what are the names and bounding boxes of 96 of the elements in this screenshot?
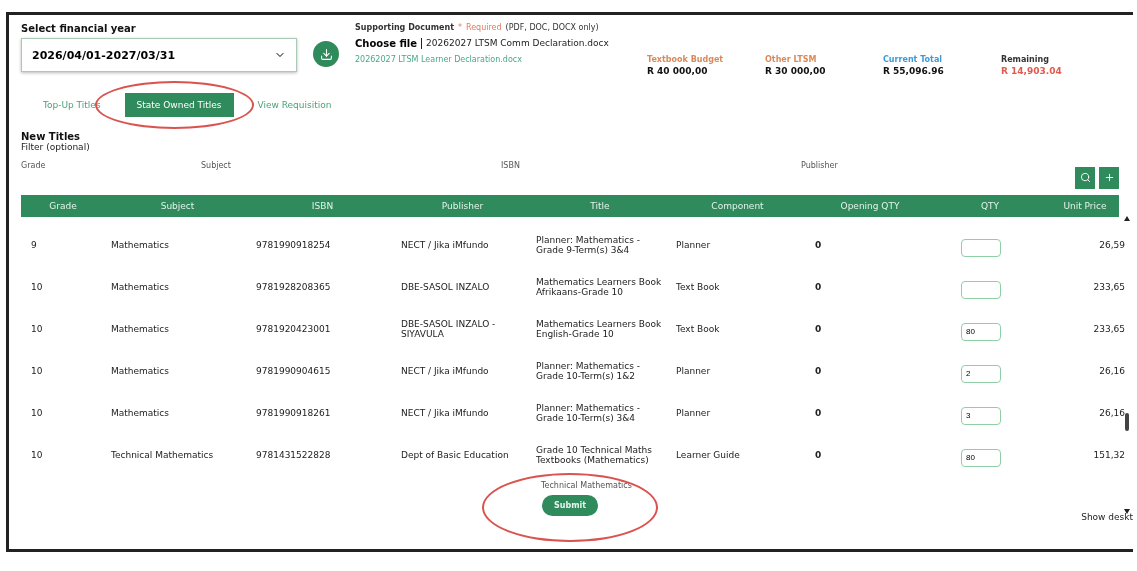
table-cell-text: 9781928208365: [255, 282, 332, 293]
summary-value: R 14,903.04: [1001, 67, 1063, 77]
filter-label: Publisher: [801, 160, 839, 170]
filter-label: ISBN: [501, 160, 521, 170]
summary-label: Other LTSM: [765, 55, 818, 64]
show-desktop-link[interactable]: Show deskt: [1081, 511, 1133, 522]
file-name: 20262027 LTSM Comm Declaration.docx: [426, 38, 609, 49]
table-cell-text: 26,59: [1098, 240, 1125, 251]
summary-label: Textbook Budget: [647, 55, 725, 64]
column-header: Component: [710, 200, 765, 211]
required-text: Required: [466, 23, 502, 32]
column-header: Opening QTY: [839, 200, 901, 211]
download-button[interactable]: [313, 41, 339, 67]
table-cell: Technical Mathematics: [541, 480, 632, 490]
table-cell-text: Planner: [675, 366, 712, 377]
table-cell-text: 9781920423001: [255, 324, 332, 335]
summary-value: R 40 000,00: [647, 67, 709, 77]
table-cell-text: 0: [814, 450, 823, 461]
table-cell-text: 26,16: [1098, 366, 1125, 377]
qty-input[interactable]: [961, 238, 1001, 257]
table-cell-text: Planner: Mathematics - Grade 10-Term(s) 1&2: [535, 361, 641, 382]
table-cell-text: Mathematics: [110, 324, 170, 335]
plus-icon: [1103, 172, 1115, 184]
table-cell-text: 10: [30, 324, 44, 335]
table-cell-text: Planner: [675, 408, 712, 419]
table-cell-text: 151,32: [1092, 450, 1125, 461]
table-cell-text: 9781990904615: [255, 366, 332, 377]
format-hint: (PDF, DOC, DOCX only): [505, 23, 599, 32]
qty-input[interactable]: 2: [961, 364, 1001, 383]
filter-label: Grade: [21, 160, 47, 170]
filter-label: Subject: [201, 160, 232, 170]
table-cell-text: 9781431522828: [255, 450, 332, 461]
table-cell-text: Mathematics: [110, 366, 170, 377]
table-cell-text: Mathematics Learners Book Afrikaans-Grade 10: [535, 277, 663, 298]
summary-label: Current Total: [883, 55, 944, 64]
year-select[interactable]: 2026/04/01-2027/03/31: [21, 38, 297, 72]
qty-input[interactable]: 80: [961, 322, 1001, 341]
table-cell-text: Mathematics Learners Book English-Grade 10: [535, 319, 663, 340]
table-cell-text: 0: [814, 366, 823, 377]
table-cell-text: Mathematics: [110, 240, 170, 251]
column-header: ISBN: [310, 200, 335, 211]
submit-button[interactable]: Submit: [541, 494, 599, 516]
table-cell-text: Text Book: [675, 282, 721, 293]
table-cell-text: 0: [814, 408, 823, 419]
column-header: Publisher: [440, 200, 485, 211]
table-cell-text: NECT / Jika iMfundo: [400, 240, 490, 251]
qty-input[interactable]: 3: [961, 406, 1001, 425]
table-cell-text: 0: [814, 240, 823, 251]
table-cell-text: 233,65: [1092, 282, 1125, 293]
table-cell-text: 9781990918254: [255, 240, 332, 251]
section-title: New Titles: [21, 130, 82, 142]
table-cell-text: NECT / Jika iMfundo: [400, 408, 490, 419]
field-label: Select financial year: [21, 23, 137, 34]
table-cell-text: 10: [30, 408, 44, 419]
table-cell-text: Technical Mathematics: [110, 450, 215, 461]
table-cell-text: Dept of Basic Education: [400, 450, 510, 461]
table-cell-text: Planner: [675, 240, 712, 251]
table-cell-text: 10: [30, 450, 44, 461]
table-cell-text: Learner Guide: [675, 450, 741, 461]
add-button[interactable]: [1099, 166, 1119, 189]
table-cell-text: 10: [30, 366, 44, 377]
qty-input[interactable]: [961, 280, 1001, 299]
summary-value: R 30 000,00: [765, 67, 827, 77]
table-cell-text: Mathematics: [110, 282, 170, 293]
scrollbar[interactable]: [1123, 215, 1131, 515]
table-cell-text: 0: [814, 324, 823, 335]
filter-title: Filter (optional): [21, 142, 91, 153]
table-cell-text: 0: [814, 282, 823, 293]
search-button[interactable]: [1075, 166, 1095, 189]
table-cell-text: Planner: Mathematics - Grade 10-Term(s) 3&4: [535, 403, 641, 424]
column-header: QTY: [979, 200, 1001, 211]
download-icon: [319, 47, 333, 61]
required-mark: *: [458, 23, 462, 32]
summary-label: Remaining: [1001, 55, 1050, 64]
table-cell-text: NECT / Jika iMfundo: [400, 366, 490, 377]
table-cell-text: Grade 10 Technical Maths Textbooks (Mathematics): [535, 445, 653, 466]
table-cell-text: Planner: Mathematics - Grade 9-Term(s) 3&4: [535, 235, 641, 256]
summary-value: R 55,096.96: [883, 67, 945, 77]
column-header: Title: [589, 200, 611, 211]
table-cell-text: DBE-SASOL INZALO: [400, 282, 491, 293]
field-label: Supporting Document: [355, 23, 454, 32]
search-icon: [1079, 172, 1091, 184]
table-cell-text: DBE-SASOL INZALO - SIYAVULA: [400, 319, 497, 340]
table-cell-text: Text Book: [675, 324, 721, 335]
qty-input[interactable]: 80: [961, 448, 1001, 467]
table-cell-text: Mathematics: [110, 408, 170, 419]
table-cell-text: 9781990918261: [255, 408, 332, 419]
column-header: Grade: [48, 200, 78, 211]
tab[interactable]: State Owned Titles: [124, 92, 234, 117]
choose-file-button[interactable]: Choose file: [355, 38, 423, 49]
table-cell-text: 26,16: [1098, 408, 1125, 419]
table-cell-text: 233,65: [1092, 324, 1125, 335]
column-header: Unit Price: [1062, 200, 1108, 211]
table-cell-text: 10: [30, 282, 44, 293]
table-cell-text: 9: [30, 240, 38, 251]
column-header: Subject: [159, 200, 196, 211]
